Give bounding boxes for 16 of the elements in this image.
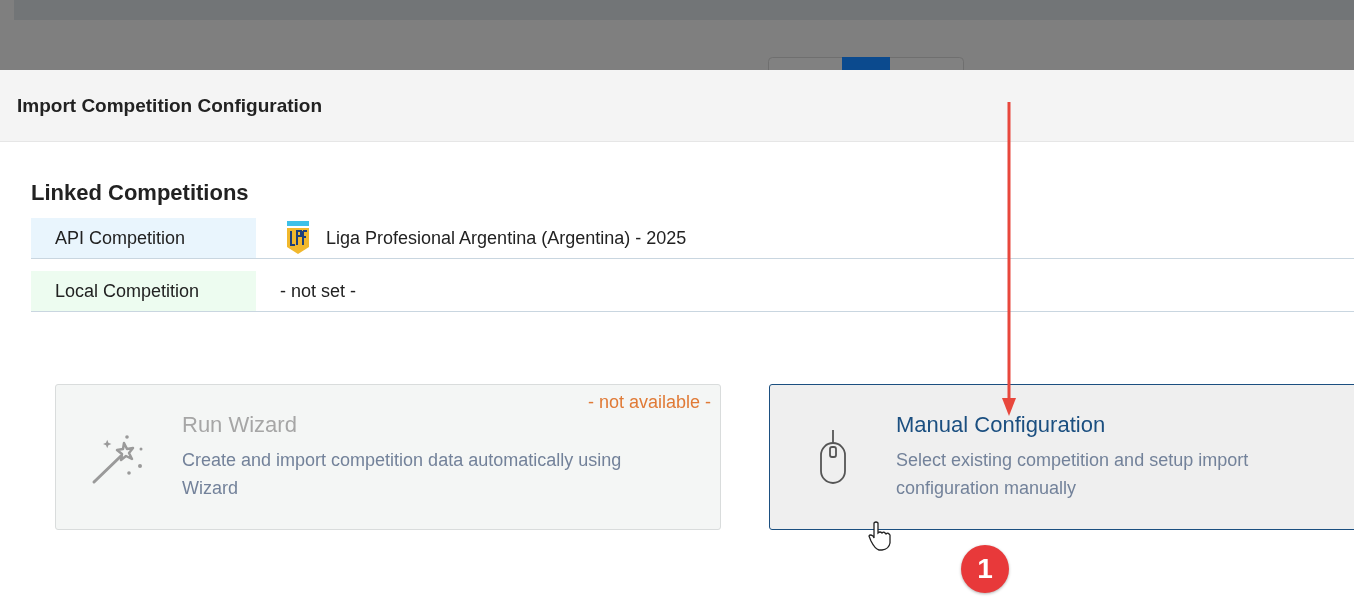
row-value: - not set - — [280, 280, 357, 302]
section-heading: Linked Competitions — [31, 180, 250, 206]
option-title: Run Wizard — [182, 412, 298, 438]
row-label: API Competition — [31, 218, 256, 258]
row-label: Local Competition — [31, 271, 256, 311]
option-title: Manual Configuration — [896, 412, 1107, 438]
league-logo-icon — [286, 221, 310, 255]
mouse-icon — [819, 429, 847, 485]
hand-cursor-icon — [867, 521, 893, 551]
option-card[interactable]: Manual Configuration Select existing competition and setup import configuration manually — [769, 384, 1354, 530]
availability-note: - not available - — [587, 392, 711, 413]
dialog-title: Import Competition Configuration — [17, 94, 322, 117]
row-value: Liga Profesional Argentina (Argentina) - 2025 — [326, 227, 687, 249]
step-number-badge: 1 — [961, 545, 1009, 593]
option-description: Select existing competition and setup import configuration manually — [896, 449, 1250, 500]
option-description: Create and import competition data automatically using Wizard — [182, 449, 623, 500]
